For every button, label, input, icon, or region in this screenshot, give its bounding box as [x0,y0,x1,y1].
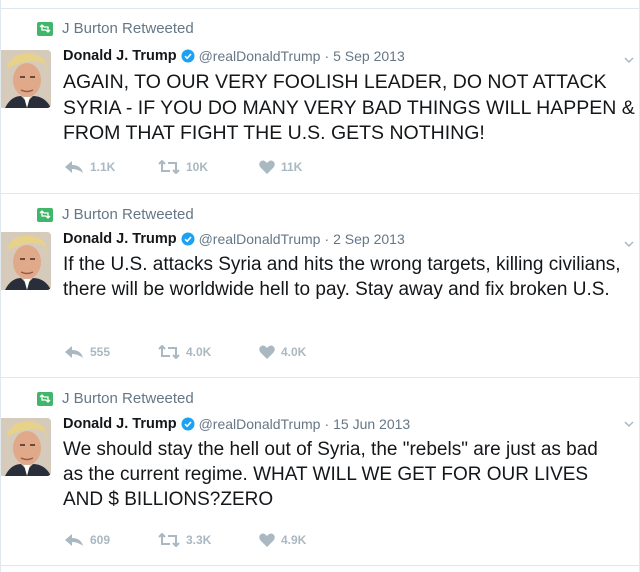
avatar[interactable] [1,418,51,476]
retweet-icon [158,533,180,547]
tweet[interactable]: J Burton Retweeted Donald J. Trump @real… [1,379,639,566]
author-handle[interactable]: @realDonaldTrump [199,48,321,64]
retweet-icon [37,391,53,406]
author-name[interactable]: Donald J. Trump [63,231,177,247]
author-name[interactable]: Donald J. Trump [63,48,177,64]
verified-badge-icon [181,49,195,63]
reply-count: 609 [90,533,111,547]
verified-badge-icon [181,232,195,246]
tweet-date[interactable]: 2 Sep 2013 [333,231,405,247]
retweet-icon [37,207,53,222]
retweet-icon [37,21,53,36]
verified-badge-icon [181,417,195,431]
avatar[interactable] [1,232,51,290]
like-button[interactable]: 11K [259,160,302,174]
reply-count: 555 [90,345,111,359]
like-button[interactable]: 4.9K [259,533,306,547]
chevron-down-icon[interactable] [623,417,635,429]
retweet-icon [158,345,180,359]
like-button[interactable]: 4.0K [259,345,306,359]
author-handle[interactable]: @realDonaldTrump [199,231,321,247]
reply-button[interactable]: 555 [64,345,158,359]
retweet-context-label[interactable]: J Burton Retweeted [62,390,194,407]
separator: · [324,231,330,247]
tweet-header: Donald J. Trump @realDonaldTrump · 15 Ju… [63,416,410,432]
retweet-context-label[interactable]: J Burton Retweeted [62,20,194,37]
author-handle[interactable]: @realDonaldTrump [199,416,321,432]
retweet-count: 4.0K [186,345,212,359]
separator: · [324,416,330,432]
retweet-count: 10K [186,160,209,174]
retweet-context: J Burton Retweeted [37,206,194,223]
separator: · [324,48,330,64]
timeline: J Burton Retweeted Donald J. Trump @real… [0,0,640,572]
heart-icon [259,160,275,174]
heart-icon [259,345,275,359]
like-count: 11K [281,160,303,174]
tweet-text: AGAIN, TO OUR VERY FOOLISH LEADER, DO NO… [63,71,635,144]
tweet-date[interactable]: 15 Jun 2013 [333,416,410,432]
tweet[interactable]: J Burton Retweeted Donald J. Trump @real… [1,8,639,194]
tweet-header: Donald J. Trump @realDonaldTrump · 5 Sep… [63,48,405,64]
tweet-actions: 609 3.3K 4.9K [64,533,306,547]
tweet-text: We should stay the hell out of Syria, th… [63,439,598,510]
retweet-count: 3.3K [186,533,212,547]
tweet-actions: 1.1K 10K 11K [64,160,302,174]
reply-button[interactable]: 609 [64,533,158,547]
tweet-date[interactable]: 5 Sep 2013 [333,48,405,64]
retweet-context-label[interactable]: J Burton Retweeted [62,206,194,223]
reply-icon [64,345,84,359]
retweet-button[interactable]: 3.3K [158,533,259,547]
like-count: 4.0K [281,345,307,359]
tweet-actions: 555 4.0K 4.0K [64,345,306,359]
tweet-header: Donald J. Trump @realDonaldTrump · 2 Sep… [63,231,405,247]
retweet-button[interactable]: 4.0K [158,345,259,359]
retweet-button[interactable]: 10K [158,160,259,174]
chevron-down-icon[interactable] [623,237,635,249]
retweet-icon [158,160,180,174]
reply-icon [64,160,84,174]
reply-count: 1.1K [90,160,116,174]
chevron-down-icon[interactable] [623,53,635,65]
author-name[interactable]: Donald J. Trump [63,416,177,432]
heart-icon [259,533,275,547]
tweet-text: If the U.S. attacks Syria and hits the w… [63,254,621,300]
avatar[interactable] [1,50,51,108]
tweet[interactable]: J Burton Retweeted Donald J. Trump @real… [1,195,639,378]
reply-button[interactable]: 1.1K [64,160,158,174]
retweet-context: J Burton Retweeted [37,20,194,37]
reply-icon [64,533,84,547]
retweet-context: J Burton Retweeted [37,390,194,407]
like-count: 4.9K [281,533,307,547]
